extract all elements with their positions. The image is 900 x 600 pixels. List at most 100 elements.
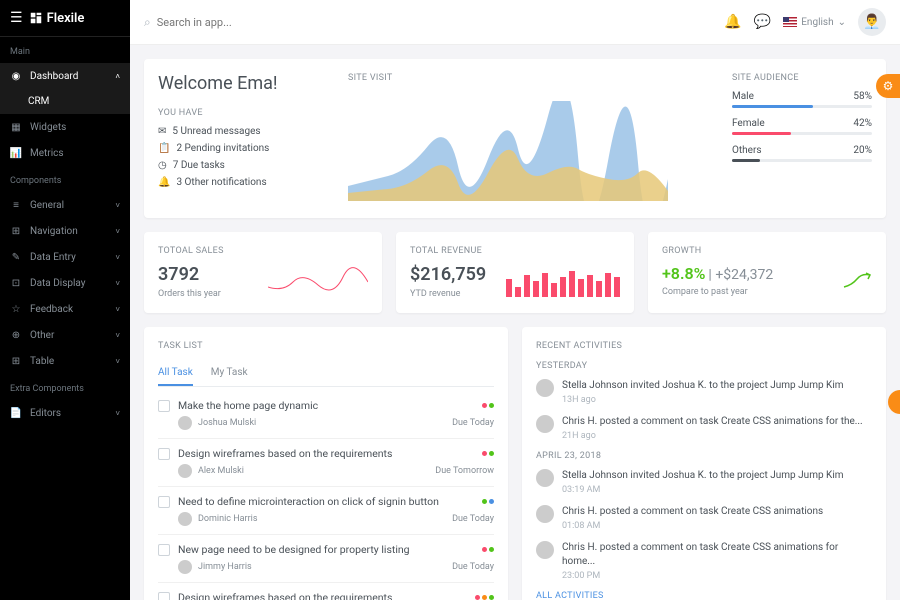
section-label: Extra Components — [0, 374, 130, 400]
audience-pct: 20% — [853, 145, 872, 156]
user-avatar[interactable]: 👨‍💼 — [858, 8, 886, 36]
activity-item: Chris H. posted a comment on task Create… — [536, 541, 872, 581]
nav-item-navigation[interactable]: ⊞Navigation˅ — [0, 218, 130, 244]
settings-fab[interactable]: ⚙ — [876, 74, 900, 98]
mail-icon: ✉ — [158, 126, 166, 137]
activity-text: Chris H. posted a comment on task Create… — [562, 415, 863, 429]
task-checkbox[interactable] — [158, 496, 170, 508]
activity-avatar — [536, 469, 554, 487]
nav-label: Editors — [30, 408, 61, 419]
nav-item-data-display[interactable]: ⊡Data Display˅ — [0, 270, 130, 296]
activity-time: 03:19 AM — [562, 485, 844, 495]
task-user: Jimmy Harris — [198, 562, 446, 572]
chevron-down-icon: ˅ — [115, 305, 120, 314]
nav-item-table[interactable]: ⊞Table˅ — [0, 348, 130, 374]
nav-item-feedback[interactable]: ☆Feedback˅ — [0, 296, 130, 322]
search-icon[interactable]: ⌕ — [144, 15, 151, 30]
task-avatar — [178, 464, 192, 478]
youhave-label: YOU HAVE — [158, 108, 328, 118]
task-checkbox[interactable] — [158, 400, 170, 412]
kpi-sales: TOTOAL SALES 3792 Orders this year — [144, 232, 382, 313]
stat-text: 7 Due tasks — [173, 160, 225, 171]
nav-item-other[interactable]: ⊕Other˅ — [0, 322, 130, 348]
chevron-down-icon: ˅ — [115, 253, 120, 262]
kpi-growth-label: GROWTH — [662, 246, 872, 256]
task-checkbox[interactable] — [158, 448, 170, 460]
all-activities-link[interactable]: ALL ACTIVITIES — [536, 591, 872, 600]
activity-group-label: APRIL 23, 2018 — [536, 451, 872, 461]
chat-icon[interactable]: 💬 — [754, 14, 771, 30]
nav-item-dashboard[interactable]: ◉Dashboard˄ — [0, 63, 130, 89]
nav-label: Data Display — [30, 278, 86, 289]
stat-line: ✉ 5 Unread messages — [158, 126, 328, 137]
task-tags — [482, 403, 494, 408]
table-icon: ⊞ — [10, 355, 22, 367]
hero-card: Welcome Ema! YOU HAVE ✉5 Unread messages… — [144, 59, 886, 218]
activity-avatar — [536, 541, 554, 559]
section-label: Main — [0, 37, 130, 63]
dataentry-icon: ✎ — [10, 251, 22, 263]
activity-avatar — [536, 505, 554, 523]
other-icon: ⊕ — [10, 329, 22, 341]
nav-label: Data Entry — [30, 252, 76, 263]
activities-card: RECENT ACTIVITIES YESTERDAYStella Johnso… — [522, 327, 886, 600]
audience-pct: 58% — [853, 91, 872, 102]
nav-label: Other — [30, 330, 54, 341]
nav-item-data-entry[interactable]: ✎ Data Entry ˅ — [0, 244, 130, 270]
language-switcher[interactable]: English⌄ — [783, 17, 846, 28]
audience-pct: 42% — [853, 118, 872, 129]
task-checkbox[interactable] — [158, 544, 170, 556]
tab-all-task[interactable]: All Task — [158, 361, 193, 386]
task-checkbox[interactable] — [158, 592, 170, 600]
audience-row: Female 42% — [732, 118, 872, 135]
tab-my-task[interactable]: My Task — [211, 361, 248, 386]
activity-text: Chris H. posted a comment on task Create… — [562, 505, 823, 519]
nav-label: Feedback — [30, 304, 73, 315]
activity-text: Chris H. posted a comment on task Create… — [562, 541, 872, 569]
navigation-icon: ⊞ — [10, 225, 22, 237]
nav-item-general[interactable]: ≡General˅ — [0, 192, 130, 218]
widgets-icon: ▦ — [10, 121, 22, 133]
search-input[interactable] — [157, 16, 357, 29]
site-visit-label: SITE VISIT — [348, 73, 712, 83]
nav-label: Metrics — [30, 148, 64, 159]
task-title: Design wireframes based on the requireme… — [178, 447, 474, 460]
nav-item-widgets[interactable]: ▦Widgets — [0, 114, 130, 140]
audience-row: Others20% — [732, 145, 872, 162]
logo[interactable]: Flexile — [29, 11, 85, 26]
task-due: Due Tomorrow — [435, 466, 494, 476]
growth-amt: +$24,372 — [715, 267, 773, 283]
metrics-icon: 📊 — [10, 147, 22, 159]
nav-item-editors[interactable]: 📄Editors˅ — [0, 400, 130, 426]
audience-row: Male58% — [732, 91, 872, 108]
sidebar: ☰ Flexile Main◉Dashboard˄CRM▦Widgets📊Met… — [0, 0, 130, 600]
stat-line: 🔔3 Other notifications — [158, 177, 328, 188]
task-tags — [482, 547, 494, 552]
flag-icon — [783, 17, 797, 27]
sidebar-header: ☰ Flexile — [0, 0, 130, 37]
task-tags — [482, 499, 494, 504]
nav-sub-crm[interactable]: CRM — [0, 89, 130, 114]
kpi-revenue-sub: YTD revenue — [410, 289, 486, 299]
kpi-sales-value: 3792 — [158, 264, 221, 285]
stat-text: 5 Unread messages — [172, 126, 260, 137]
kpi-revenue-label: TOTAL REVENUE — [410, 246, 620, 256]
nav-item-metrics[interactable]: 📊 Metrics — [0, 140, 130, 166]
nav-label: Dashboard — [30, 71, 78, 82]
stat-text: 2 Pending invitations — [176, 143, 269, 154]
bell-icon[interactable]: 🔔 — [724, 14, 741, 30]
chevron-down-icon: ⌄ — [838, 17, 846, 28]
growth-arrow-icon — [842, 271, 872, 291]
activities-title: RECENT ACTIVITIES — [536, 341, 872, 351]
task-title: Need to define microinteraction on click… — [178, 495, 474, 508]
activity-item: Chris H. posted a comment on task Create… — [536, 415, 872, 441]
task-user: Joshua Mulski — [198, 418, 446, 428]
stat-text: 3 Other notifications — [176, 177, 266, 188]
revenue-bars — [506, 267, 620, 297]
dashboard-icon: ◉ — [10, 70, 22, 82]
menu-toggle-icon[interactable]: ☰ — [10, 10, 23, 26]
nav-label: CRM — [28, 96, 49, 107]
task-item: Design wireframes based on the requireme… — [158, 583, 494, 600]
task-item: Design wireframes based on the requireme… — [158, 439, 494, 487]
audience-label: Female — [732, 118, 765, 129]
